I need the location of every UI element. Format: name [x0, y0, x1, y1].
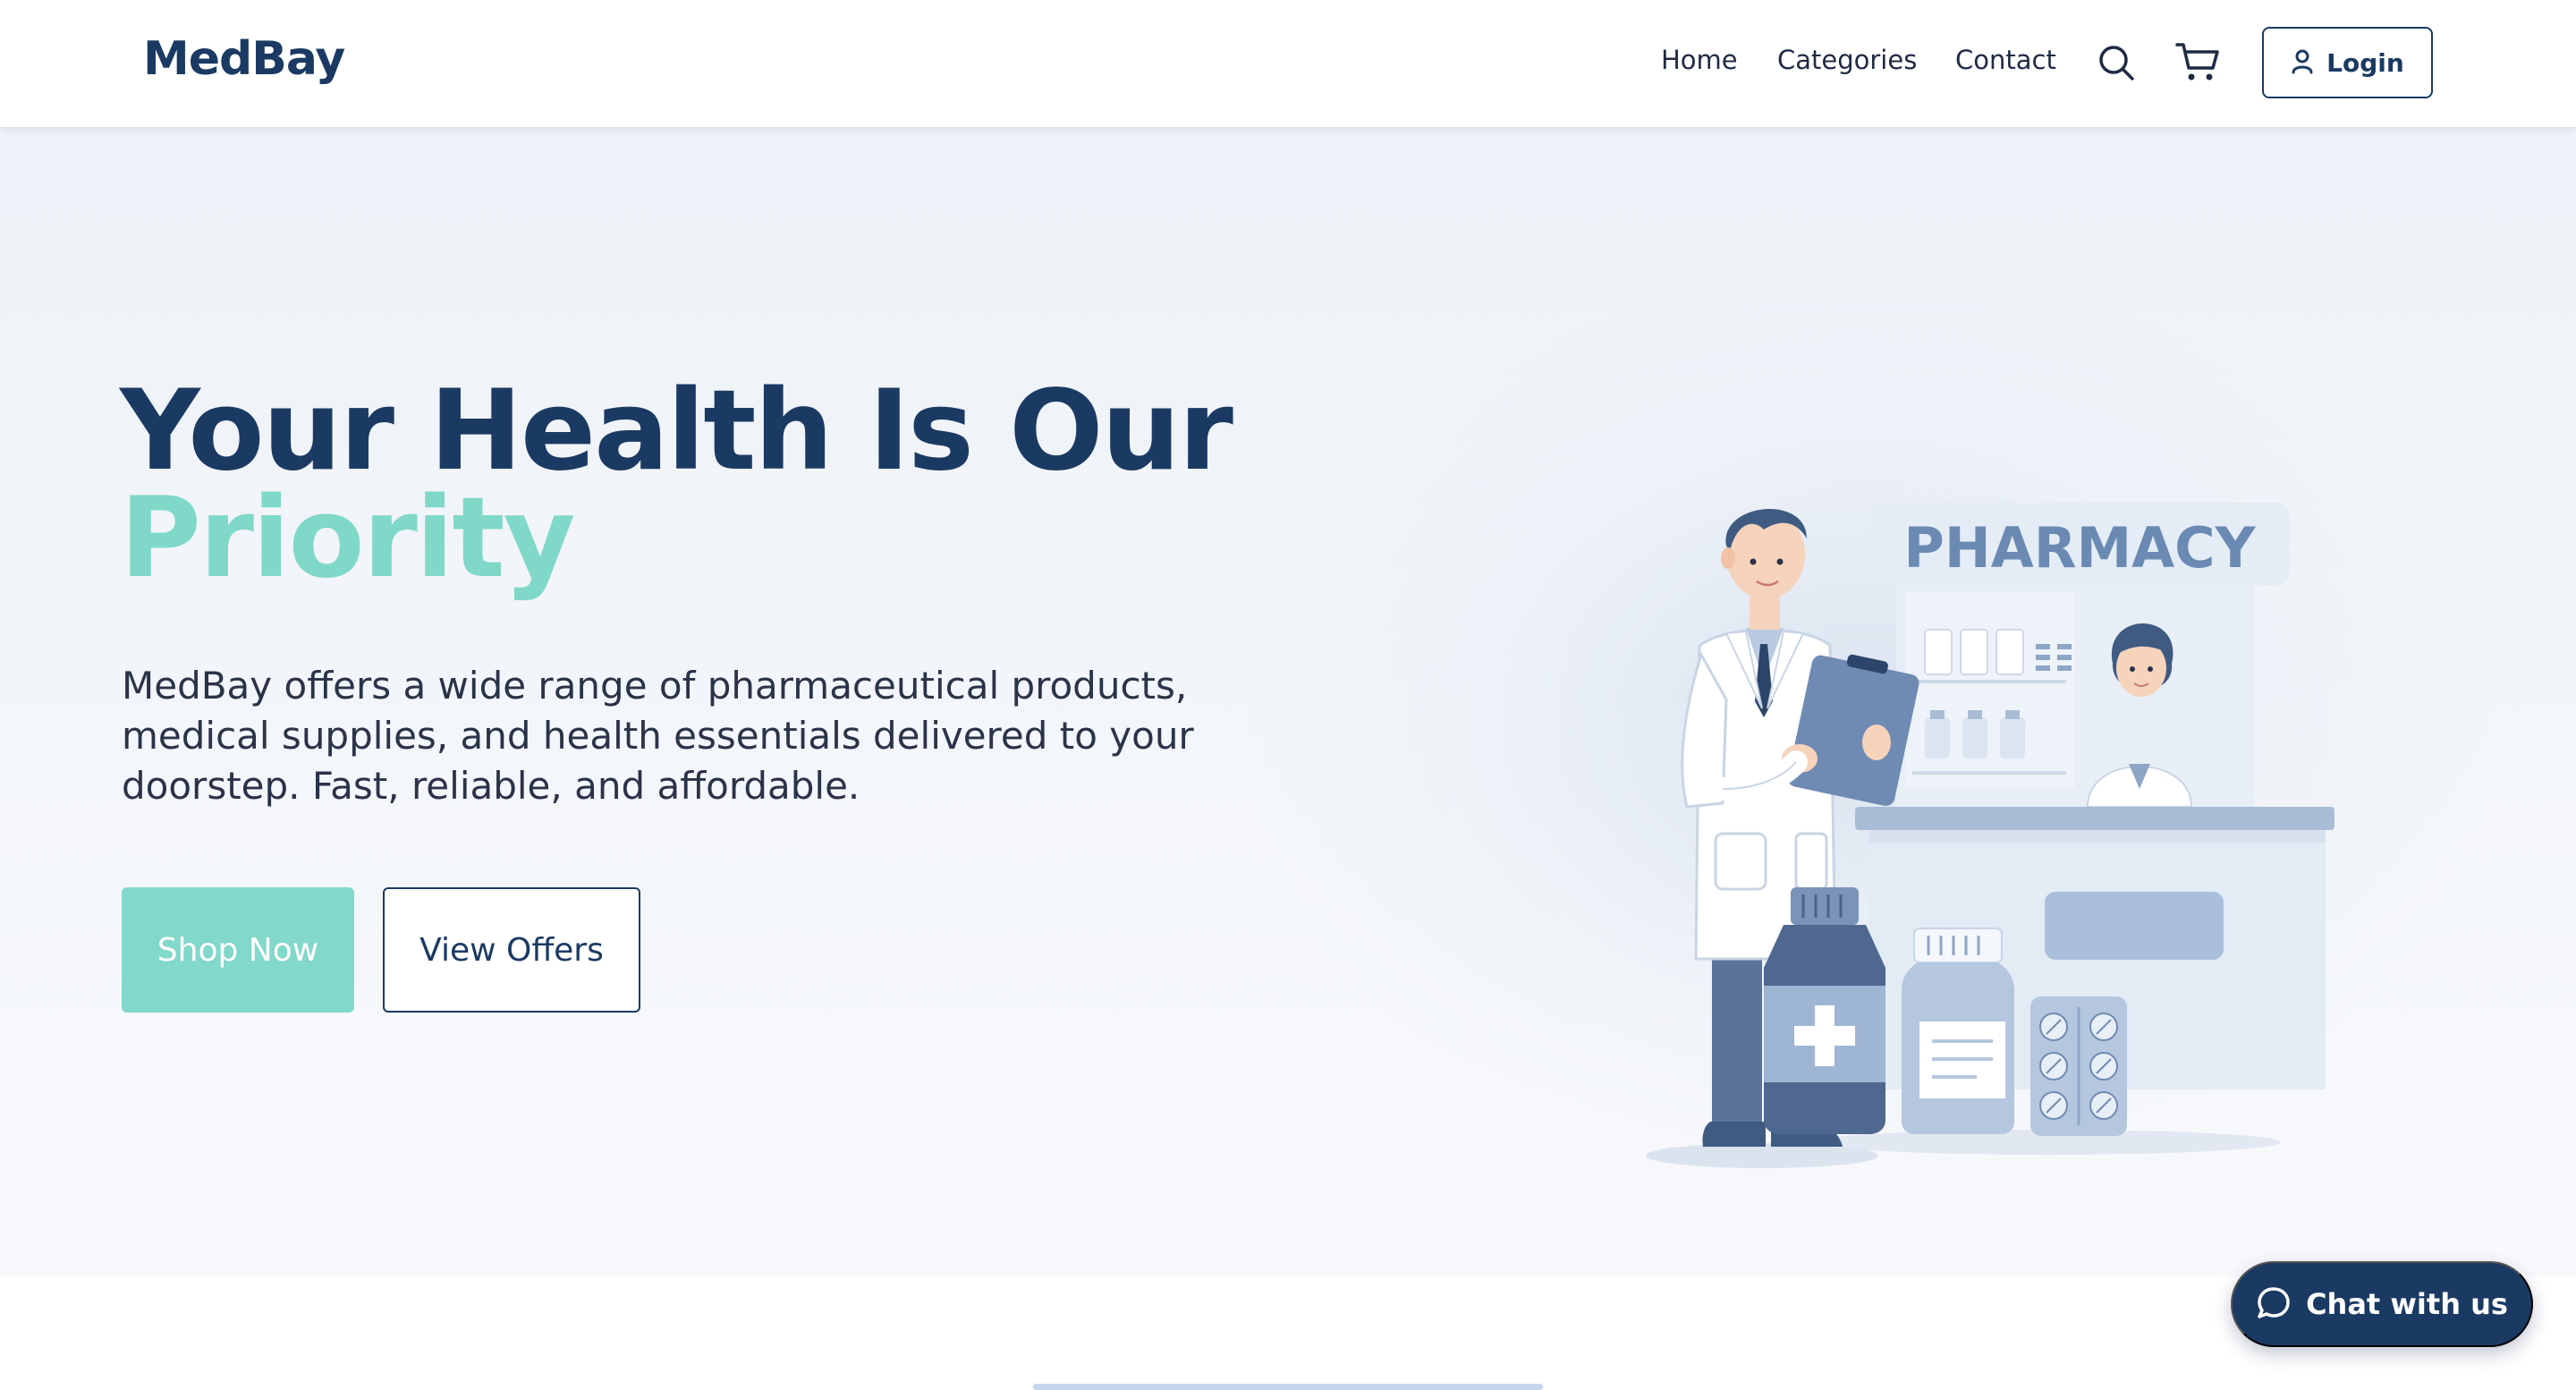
pill-blister-icon [2030, 996, 2127, 1136]
search-icon[interactable] [2097, 43, 2136, 82]
site-header: MedBay Home Categories Contact Login [0, 0, 2576, 127]
login-button[interactable]: Login [2262, 27, 2433, 98]
shop-now-button[interactable]: Shop Now [122, 887, 354, 1013]
pharmacy-sign-text: PHARMACY [1903, 515, 2256, 581]
login-label: Login [2326, 47, 2404, 78]
cart-icon[interactable] [2175, 41, 2220, 82]
logo[interactable]: MedBay [143, 32, 345, 86]
hero-headline-accent: Priority [120, 474, 575, 603]
nav-link-categories[interactable]: Categories [1777, 45, 1917, 75]
view-offers-button[interactable]: View Offers [383, 887, 640, 1013]
nav-link-contact[interactable]: Contact [1955, 45, 2056, 75]
pharmacy-shelves [1896, 585, 2254, 809]
hero-description: MedBay offers a wide range of pharmaceut… [122, 664, 1194, 808]
hero-illustration: PHARMACY [1512, 360, 2343, 1182]
hero-section: Your Health Is Our Priority MedBay offer… [0, 127, 2576, 1276]
chat-with-us-button[interactable]: Chat with us [2231, 1261, 2533, 1347]
hero-headline: Your Health Is Our [120, 367, 1233, 496]
nav-link-home[interactable]: Home [1661, 45, 1738, 75]
pharmacy-sign: PHARMACY [1869, 503, 2290, 585]
section-divider [1033, 1384, 1543, 1390]
chat-label: Chat with us [2306, 1287, 2508, 1321]
user-icon [2291, 49, 2314, 77]
supplement-bottle-icon [1902, 928, 2014, 1134]
chat-bubble-icon [2256, 1285, 2292, 1324]
